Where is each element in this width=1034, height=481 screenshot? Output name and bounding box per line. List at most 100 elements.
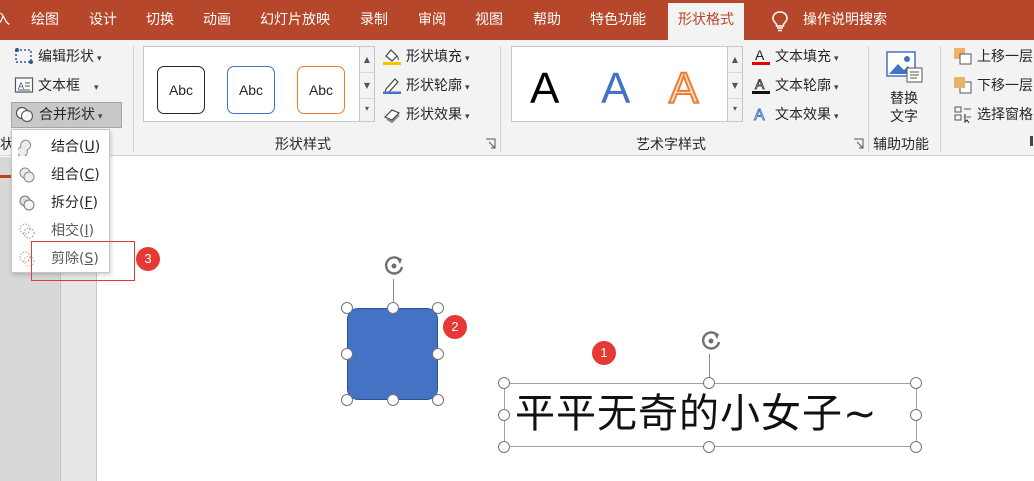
tab-transitions[interactable]: 切换: [146, 0, 174, 40]
menu-item-label: 结合(: [51, 139, 85, 155]
scroll-up-icon[interactable]: ▲: [360, 47, 374, 73]
bring-forward-icon: [954, 48, 972, 65]
resize-handle[interactable]: [387, 394, 399, 406]
shape-effects-icon: [383, 109, 401, 123]
resize-handle[interactable]: [703, 377, 715, 389]
rotate-handle-icon[interactable]: [696, 326, 726, 356]
resize-handle[interactable]: [341, 348, 353, 360]
text-effects-label: 文本效果: [775, 107, 831, 123]
resize-handle[interactable]: [498, 441, 510, 453]
tab-shape-format[interactable]: 形状格式: [668, 3, 744, 40]
menu-item-label-end: ): [92, 195, 98, 211]
tab-slideshow[interactable]: 幻灯片放映: [260, 0, 330, 40]
send-backward-icon: [954, 77, 972, 94]
menu-item-combine[interactable]: 组合(C): [12, 162, 109, 188]
group-separator: [940, 46, 941, 152]
text-box-label: 文本框: [38, 78, 80, 94]
text-box-shape[interactable]: 平平无奇的小女子~: [504, 383, 917, 447]
group-label-accessibility: 辅助功能: [873, 137, 929, 153]
text-outline-button[interactable]: A 文本轮廓 ▾: [751, 75, 839, 97]
resize-handle[interactable]: [910, 377, 922, 389]
edit-shape-label: 编辑形状: [38, 49, 94, 65]
dialog-launcher-icon[interactable]: [853, 138, 864, 149]
wordart-style-black[interactable]: A: [530, 61, 559, 117]
resize-handle[interactable]: [910, 409, 922, 421]
wordart-style-orange-outline[interactable]: A: [668, 61, 699, 117]
bring-forward-button[interactable]: 上移一层: [953, 46, 1033, 68]
scroll-up-icon[interactable]: ▲: [728, 47, 742, 73]
shape-style-orange-outline[interactable]: Abc: [297, 66, 345, 114]
resize-handle[interactable]: [432, 302, 444, 314]
alt-text-label-line2: 文字: [890, 109, 918, 125]
shape-style-black-outline[interactable]: Abc: [157, 66, 205, 114]
resize-handle[interactable]: [387, 302, 399, 314]
gallery-scroll[interactable]: ▲ ▼ ▾: [727, 47, 742, 121]
group-separator: [500, 46, 501, 152]
text-fill-button[interactable]: A 文本填充 ▾: [751, 46, 839, 68]
fragment-icon: [19, 195, 35, 211]
gallery-more-icon[interactable]: ▾: [728, 99, 742, 125]
scroll-down-icon[interactable]: ▼: [360, 73, 374, 99]
shape-effects-button[interactable]: 形状效果 ▾: [382, 104, 470, 126]
highlight-box-subtract: [31, 241, 135, 281]
menu-item-label-end: ): [94, 139, 101, 155]
wordart-style-blue[interactable]: A: [601, 61, 630, 117]
shape-style-blue-outline[interactable]: Abc: [227, 66, 275, 114]
menu-item-union[interactable]: 结合(U): [12, 134, 109, 160]
gallery-scroll[interactable]: ▲ ▼ ▾: [359, 47, 374, 121]
resize-handle[interactable]: [703, 441, 715, 453]
tab-animations[interactable]: 动画: [203, 0, 231, 40]
menu-item-label-end: ): [88, 223, 95, 239]
text-box-button[interactable]: A 文本框 ▾: [14, 75, 99, 97]
ribbon-tab-bar: 入 绘图 设计 切换 动画 幻灯片放映 录制 审阅 视图 帮助 特色功能 形状格…: [0, 0, 1034, 40]
merge-shapes-button[interactable]: 合并形状 ▾: [11, 102, 122, 128]
edit-shape-button[interactable]: 编辑形状 ▾: [14, 46, 102, 68]
menu-item-label: 相交(: [51, 223, 85, 239]
tab-draw[interactable]: 绘图: [31, 0, 59, 40]
tell-me-search[interactable]: 操作说明搜索: [803, 0, 887, 40]
scroll-down-icon[interactable]: ▼: [728, 73, 742, 99]
selection-pane-button[interactable]: 选择窗格: [953, 104, 1033, 126]
shape-effects-label: 形状效果: [406, 107, 462, 123]
resize-handle[interactable]: [341, 394, 353, 406]
resize-handle[interactable]: [432, 394, 444, 406]
step-badge-1: 1: [592, 341, 616, 365]
dialog-launcher-icon[interactable]: [485, 138, 496, 149]
tab-help[interactable]: 帮助: [533, 0, 561, 40]
blue-rounded-square[interactable]: [347, 308, 438, 400]
chevron-down-icon: ▾: [465, 83, 470, 93]
menu-item-label-end: ): [94, 167, 100, 183]
menu-item-fragment[interactable]: 拆分(F): [12, 190, 109, 216]
tab-special-features[interactable]: 特色功能: [590, 0, 646, 40]
alt-text-label-line1: 替换: [890, 91, 918, 107]
text-effects-button[interactable]: A 文本效果 ▾: [751, 104, 839, 126]
lightbulb-icon[interactable]: [771, 10, 789, 32]
tab-insert[interactable]: 入: [0, 0, 10, 40]
shape-outline-button[interactable]: 形状轮廓 ▾: [382, 75, 470, 97]
svg-text:A: A: [754, 107, 765, 123]
selection-pane-icon: [954, 106, 971, 123]
shape-styles-gallery[interactable]: Abc Abc Abc ▲ ▼ ▾: [143, 46, 375, 122]
paint-bucket-icon: [383, 49, 401, 65]
gallery-more-icon[interactable]: ▾: [360, 99, 374, 125]
chevron-down-icon: ▾: [834, 54, 839, 64]
wordart-styles-gallery[interactable]: A A A ▲ ▼ ▾: [511, 46, 743, 122]
rotate-handle-icon[interactable]: [379, 251, 409, 281]
tab-design[interactable]: 设计: [89, 0, 117, 40]
resize-handle[interactable]: [498, 377, 510, 389]
send-backward-button[interactable]: 下移一层: [953, 75, 1033, 97]
tab-record[interactable]: 录制: [360, 0, 388, 40]
resize-handle[interactable]: [432, 348, 444, 360]
text-box-content[interactable]: 平平无奇的小女子~: [515, 388, 878, 440]
shape-fill-button[interactable]: 形状填充 ▾: [382, 46, 470, 68]
tab-review[interactable]: 审阅: [418, 0, 446, 40]
shortcut-key: C: [84, 167, 95, 183]
resize-handle[interactable]: [498, 409, 510, 421]
resize-handle[interactable]: [341, 302, 353, 314]
shortcut-key: U: [84, 139, 95, 155]
resize-handle[interactable]: [910, 441, 922, 453]
chevron-down-icon: ▾: [465, 54, 470, 64]
tab-view[interactable]: 视图: [475, 0, 503, 40]
alt-text-button[interactable]: 替换 文字: [874, 46, 934, 130]
chevron-down-icon: ▾: [98, 112, 103, 122]
